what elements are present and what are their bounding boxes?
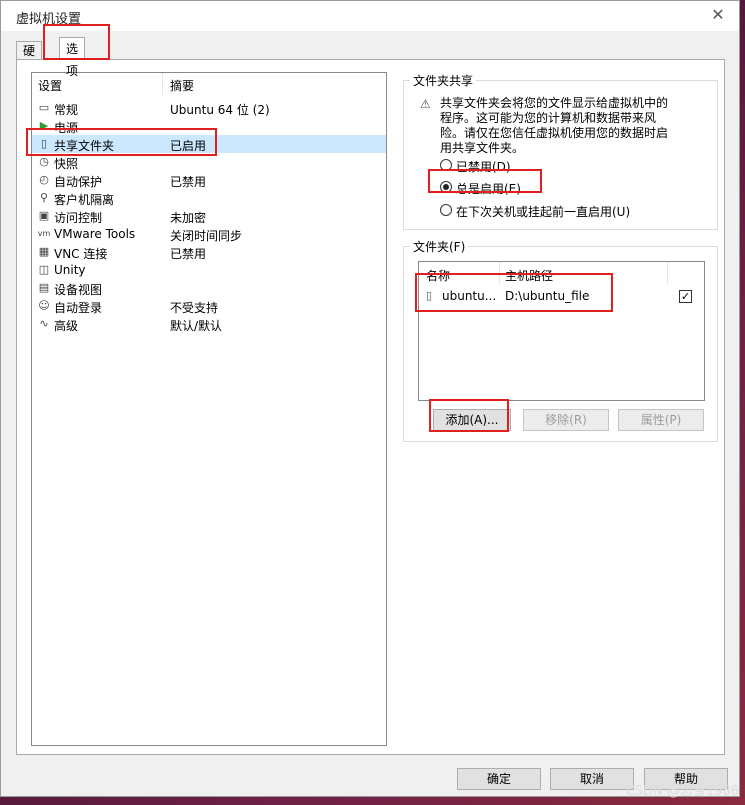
setting-name: 常规	[54, 103, 79, 117]
folders-table: 名称 主机路径 ▯ ubuntu... D:\ubuntu_file ✓	[418, 261, 705, 401]
tab-options[interactable]: 选项	[59, 37, 86, 78]
setting-summary: 不受支持	[170, 301, 219, 315]
radio-label: 总是启用(E)	[456, 182, 521, 196]
window-title: 虚拟机设置	[16, 12, 82, 27]
setting-name: 高级	[54, 319, 79, 333]
setting-name: 快照	[54, 157, 79, 171]
vm-settings-dialog: 虚拟机设置 ✕ 硬件 选项 设置 摘要 ▭ 常规 Ubuntu 64 位 (2)…	[0, 0, 740, 797]
warning-icon: ⚠	[420, 97, 431, 111]
unity-icon: ◫	[38, 263, 50, 276]
close-icon[interactable]: ✕	[709, 6, 727, 24]
list-item-autoprotect[interactable]: ◴ 自动保护 已禁用	[32, 171, 386, 189]
snapshot-icon: ◷	[39, 155, 49, 168]
list-item-power[interactable]: ▶ 电源	[32, 117, 386, 135]
setting-name: 电源	[54, 121, 79, 135]
cancel-button[interactable]: 取消	[550, 768, 634, 790]
setting-summary: 已启用	[170, 139, 207, 153]
column-divider[interactable]	[162, 73, 163, 95]
folder-sharing-description: 共享文件夹会将您的文件显示给虚拟机中的程序。这可能为您的计算机和数据带来风险。请…	[440, 96, 669, 155]
setting-summary: 已禁用	[170, 175, 207, 189]
setting-name: 设备视图	[54, 283, 103, 297]
list-item-access-control[interactable]: ▣ 访问控制 未加密	[32, 207, 386, 225]
column-header-summary[interactable]: 摘要	[170, 77, 194, 94]
column-header-host-path[interactable]: 主机路径	[505, 267, 553, 284]
shared-folder-icon: ▯	[40, 137, 48, 150]
column-header-name[interactable]: 名称	[426, 267, 450, 284]
title-bar: 虚拟机设置 ✕	[1, 1, 739, 31]
folders-table-header: 名称 主机路径	[419, 262, 704, 284]
setting-name: 客户机隔离	[54, 193, 115, 207]
watermark-text: CSDN @恋雪1986	[625, 784, 739, 799]
vmware-tools-icon: vm	[37, 229, 51, 238]
setting-name: 自动保护	[54, 175, 103, 189]
settings-list-header: 设置 摘要	[32, 73, 386, 95]
settings-list: 设置 摘要 ▭ 常规 Ubuntu 64 位 (2) ▶ 电源 ▯ 共享文件夹 …	[31, 72, 387, 746]
folders-group: 文件夹(F) 名称 主机路径 ▯ ubuntu... D:\ubuntu_fil…	[403, 238, 718, 442]
power-icon: ▶	[39, 119, 49, 132]
setting-name: Unity	[54, 263, 86, 277]
folder-host-path: D:\ubuntu_file	[505, 289, 590, 303]
isolation-icon: ⚲	[39, 191, 49, 204]
folders-title: 文件夹(F)	[410, 238, 469, 255]
radio-label: 在下次关机或挂起前一直启用(U)	[456, 205, 631, 219]
options-tab-panel: 设置 摘要 ▭ 常规 Ubuntu 64 位 (2) ▶ 电源 ▯ 共享文件夹 …	[16, 59, 725, 755]
list-item-vmware-tools[interactable]: vm VMware Tools 关闭时间同步	[32, 225, 386, 243]
folder-properties-button[interactable]: 属性(P)	[618, 409, 704, 431]
tab-hardware[interactable]: 硬件	[16, 41, 43, 76]
table-row[interactable]: ▯ ubuntu... D:\ubuntu_file ✓	[419, 286, 704, 306]
folder-sharing-group: 文件夹共享 ⚠ 共享文件夹会将您的文件显示给虚拟机中的程序。这可能为您的计算机和…	[403, 72, 718, 230]
general-icon: ▭	[38, 101, 50, 114]
folder-name: ubuntu...	[442, 289, 497, 303]
setting-name: 访问控制	[54, 211, 103, 225]
list-item-guest-isolation[interactable]: ⚲ 客户机隔离	[32, 189, 386, 207]
vnc-icon: ▦	[38, 245, 50, 258]
advanced-icon: ∿	[39, 317, 49, 330]
list-item-autologin[interactable]: ☺ 自动登录 不受支持	[32, 297, 386, 315]
setting-name: VMware Tools	[54, 227, 136, 241]
list-item-advanced[interactable]: ∿ 高级 默认/默认	[32, 315, 386, 333]
folder-enabled-checkbox[interactable]: ✓	[679, 290, 692, 303]
access-control-icon: ▣	[38, 209, 50, 222]
autologin-icon: ☺	[38, 299, 50, 312]
device-view-icon: ▤	[38, 281, 50, 294]
ok-button[interactable]: 确定	[457, 768, 541, 790]
shared-folder-icon: ▯	[426, 289, 433, 302]
radio-button[interactable]	[440, 204, 452, 216]
list-item-device-view[interactable]: ▤ 设备视图	[32, 279, 386, 297]
setting-summary: 默认/默认	[170, 319, 223, 333]
setting-summary: 已禁用	[170, 247, 207, 261]
list-item-unity[interactable]: ◫ Unity	[32, 261, 386, 279]
column-divider[interactable]	[667, 262, 668, 284]
setting-summary: 未加密	[170, 211, 207, 225]
remove-folder-button[interactable]: 移除(R)	[523, 409, 609, 431]
radio-button[interactable]	[440, 181, 452, 193]
setting-name: VNC 连接	[54, 247, 108, 261]
setting-name: 自动登录	[54, 301, 103, 315]
list-item-snapshots[interactable]: ◷ 快照	[32, 153, 386, 171]
add-folder-button[interactable]: 添加(A)...	[433, 409, 511, 431]
setting-name: 共享文件夹	[54, 139, 115, 153]
setting-summary: Ubuntu 64 位 (2)	[170, 103, 270, 117]
list-item-vnc[interactable]: ▦ VNC 连接 已禁用	[32, 243, 386, 261]
radio-label: 已禁用(D)	[456, 160, 511, 174]
autoprotect-icon: ◴	[39, 173, 49, 186]
folder-sharing-title: 文件夹共享	[410, 72, 477, 89]
list-item-shared-folders[interactable]: ▯ 共享文件夹 已启用	[32, 135, 386, 153]
column-header-setting[interactable]: 设置	[38, 77, 62, 94]
setting-summary: 关闭时间同步	[170, 229, 243, 243]
list-item-general[interactable]: ▭ 常规 Ubuntu 64 位 (2)	[32, 99, 386, 117]
radio-button[interactable]	[440, 159, 452, 171]
column-divider[interactable]	[499, 262, 500, 284]
